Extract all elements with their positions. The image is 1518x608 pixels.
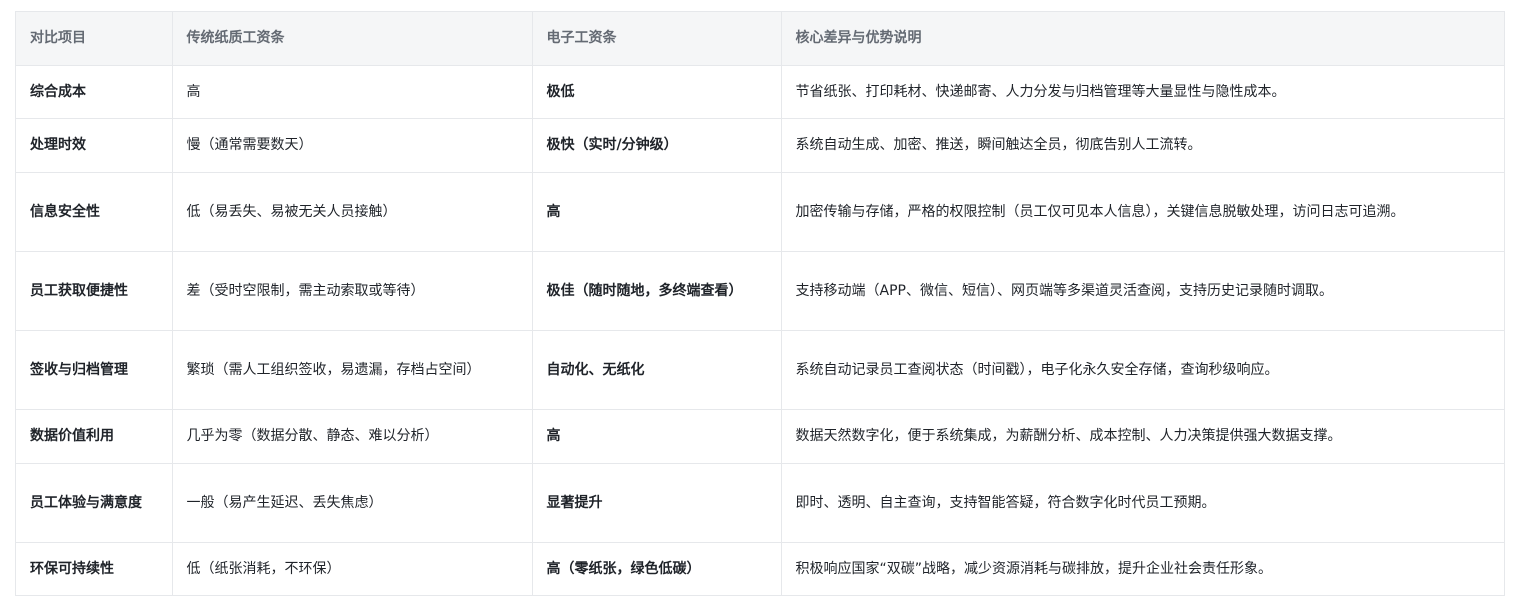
table-row: 环保可持续性 低（纸张消耗，不环保） 高（零纸张，绿色低碳） 积极响应国家“双碳… [16,542,1504,595]
header-digital: 电子工资条 [532,12,782,66]
table-row: 签收与归档管理 繁琐（需人工组织签收，易遗漏，存档占空间） 自动化、无纸化 系统… [16,330,1504,410]
comparison-table: 对比项目 传统纸质工资条 电子工资条 核心差异与优势说明 综合成本 高 极低 节… [16,12,1504,595]
row-item: 环保可持续性 [16,542,173,595]
header-note: 核心差异与优势说明 [781,12,1504,66]
row-note: 数据天然数字化，便于系统集成，为薪酬分析、成本控制、人力决策提供强大数据支撑。 [781,409,1504,464]
row-paper: 几乎为零（数据分散、静态、难以分析） [172,409,533,464]
row-item: 数据价值利用 [16,409,173,464]
row-note: 即时、透明、自主查询，支持智能答疑，符合数字化时代员工预期。 [781,463,1504,543]
header-paper: 传统纸质工资条 [172,12,533,66]
comparison-table-container: 对比项目 传统纸质工资条 电子工资条 核心差异与优势说明 综合成本 高 极低 节… [15,11,1505,596]
row-paper: 繁琐（需人工组织签收，易遗漏，存档占空间） [172,330,533,410]
table-row: 数据价值利用 几乎为零（数据分散、静态、难以分析） 高 数据天然数字化，便于系统… [16,409,1504,464]
header-item: 对比项目 [16,12,173,66]
row-item: 处理时效 [16,118,173,173]
table-row: 信息安全性 低（易丢失、易被无关人员接触） 高 加密传输与存储，严格的权限控制（… [16,172,1504,252]
table-row: 员工体验与满意度 一般（易产生延迟、丢失焦虑） 显著提升 即时、透明、自主查询，… [16,463,1504,543]
table-row: 员工获取便捷性 差（受时空限制，需主动索取或等待） 极佳（随时随地，多终端查看）… [16,251,1504,331]
row-item: 综合成本 [16,65,173,119]
table-row: 综合成本 高 极低 节省纸张、打印耗材、快递邮寄、人力分发与归档管理等大量显性与… [16,65,1504,119]
row-digital: 极快（实时/分钟级） [532,118,782,173]
table-row: 处理时效 慢（通常需要数天） 极快（实时/分钟级） 系统自动生成、加密、推送，瞬… [16,118,1504,173]
row-item: 员工体验与满意度 [16,463,173,543]
row-digital: 高 [532,409,782,464]
table-header-row: 对比项目 传统纸质工资条 电子工资条 核心差异与优势说明 [16,12,1504,66]
row-note: 加密传输与存储，严格的权限控制（员工仅可见本人信息），关键信息脱敏处理，访问日志… [781,172,1504,252]
row-paper: 一般（易产生延迟、丢失焦虑） [172,463,533,543]
row-note: 节省纸张、打印耗材、快递邮寄、人力分发与归档管理等大量显性与隐性成本。 [781,65,1504,119]
row-note: 系统自动记录员工查阅状态（时间戳），电子化永久安全存储，查询秒级响应。 [781,330,1504,410]
row-digital: 显著提升 [532,463,782,543]
row-paper: 慢（通常需要数天） [172,118,533,173]
row-paper: 差（受时空限制，需主动索取或等待） [172,251,533,331]
row-note: 系统自动生成、加密、推送，瞬间触达全员，彻底告别人工流转。 [781,118,1504,173]
row-item: 信息安全性 [16,172,173,252]
row-note: 支持移动端（APP、微信、短信）、网页端等多渠道灵活查阅，支持历史记录随时调取。 [781,251,1504,331]
row-digital: 自动化、无纸化 [532,330,782,410]
row-digital: 极低 [532,65,782,119]
row-digital: 高 [532,172,782,252]
row-note: 积极响应国家“双碳”战略，减少资源消耗与碳排放，提升企业社会责任形象。 [795,560,1273,577]
row-paper: 低（易丢失、易被无关人员接触） [172,172,533,252]
row-item: 签收与归档管理 [16,330,173,410]
row-digital: 极佳（随时随地，多终端查看） [532,251,782,331]
row-digital: 高（零纸张，绿色低碳） [532,542,782,595]
row-item: 员工获取便捷性 [16,251,173,331]
row-paper: 高 [172,65,533,119]
row-paper: 低（纸张消耗，不环保） [172,542,533,595]
